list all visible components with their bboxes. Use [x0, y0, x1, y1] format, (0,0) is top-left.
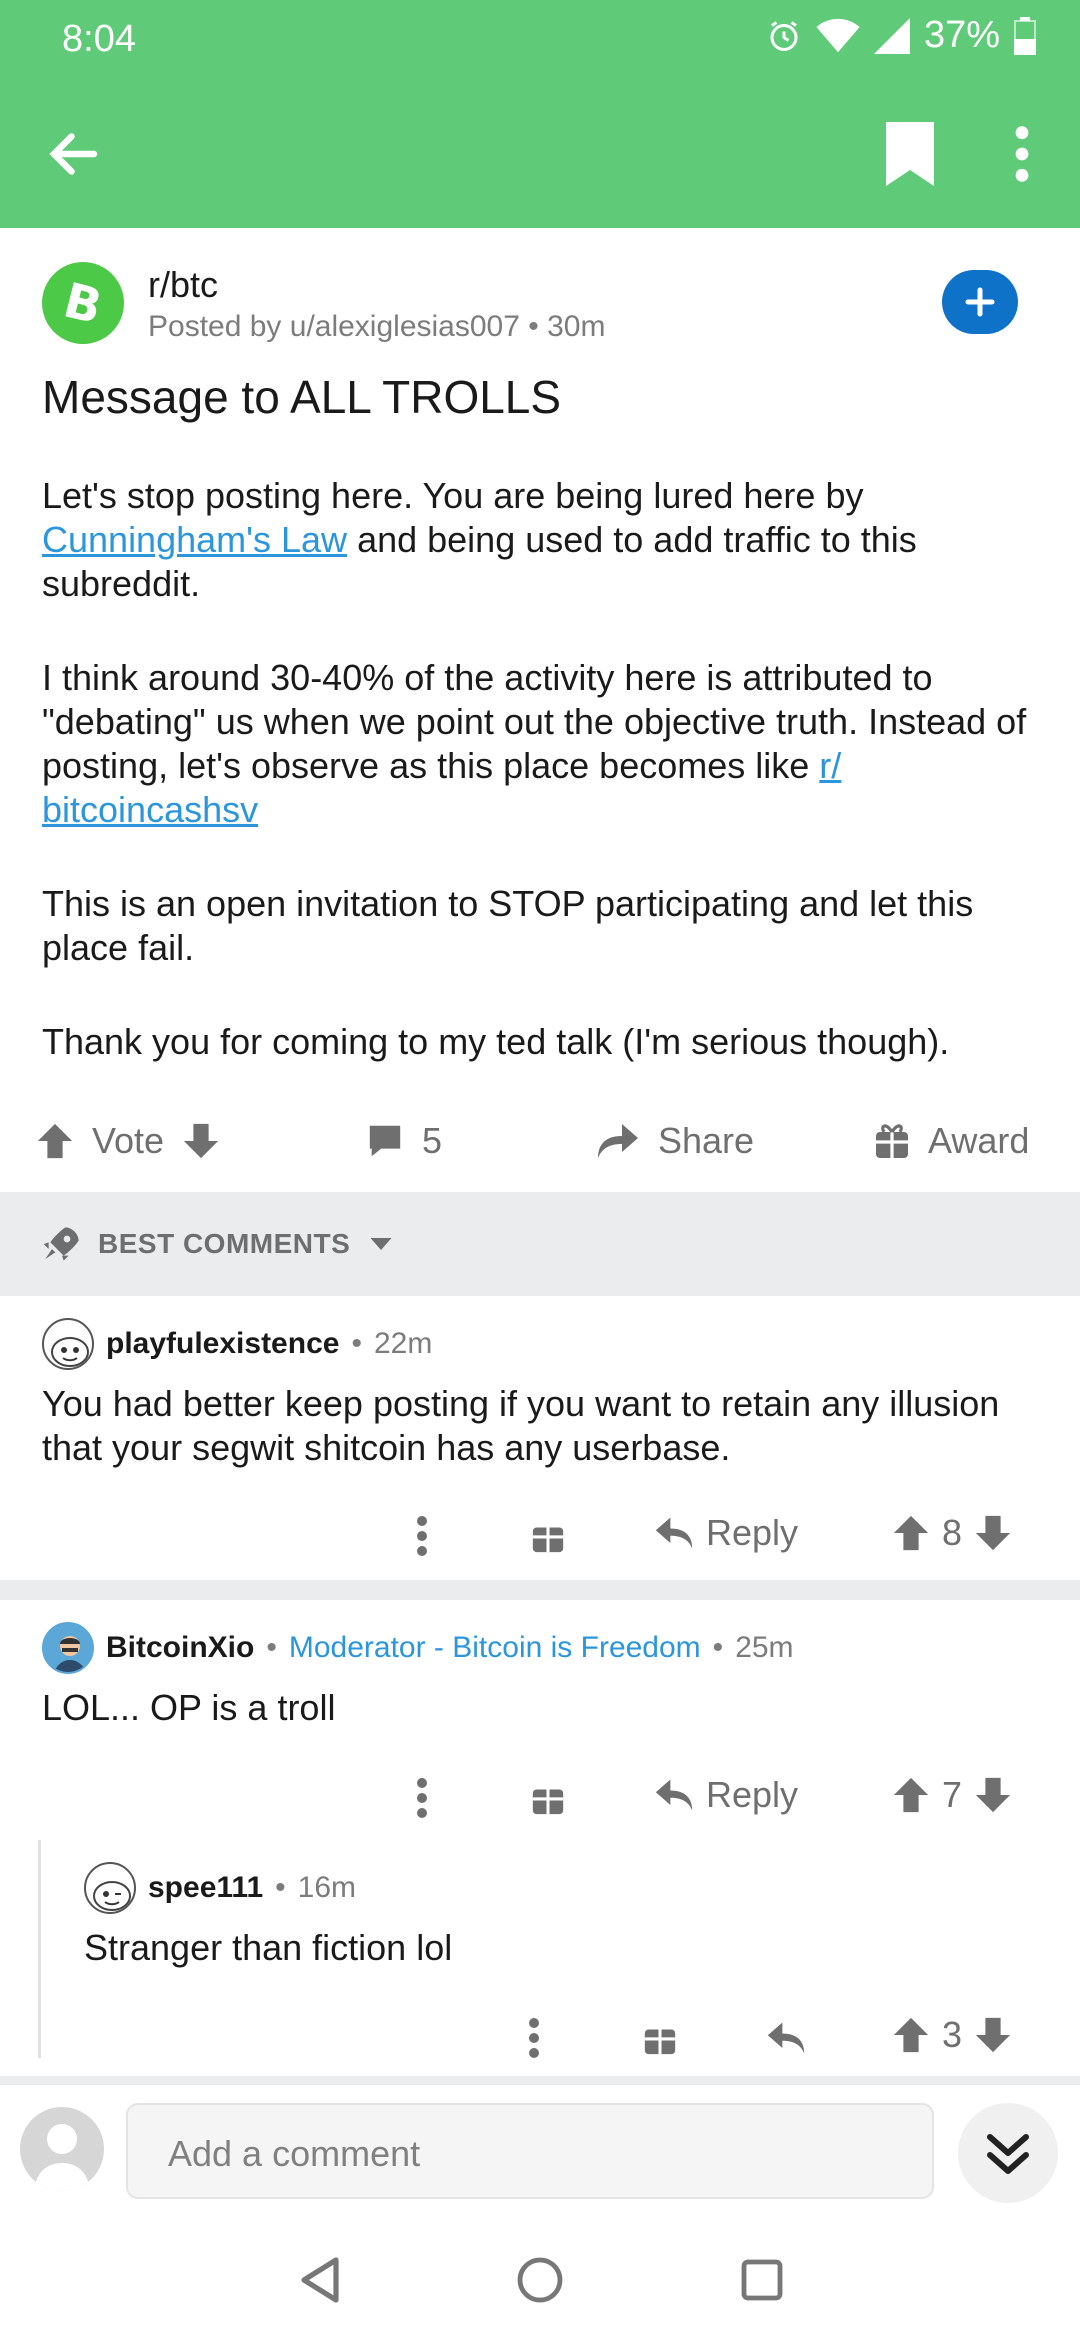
alarm-icon	[770, 20, 798, 51]
bitcoin-icon: B	[58, 272, 107, 335]
app-bar	[0, 80, 1080, 228]
reply-label: Reply	[706, 1774, 799, 1815]
share-button[interactable]: Share	[596, 1120, 754, 1162]
comment-author[interactable]: playfulexistence	[106, 1327, 339, 1361]
comment-author[interactable]: spee111	[148, 1871, 263, 1905]
nav-recents-icon[interactable]	[740, 2256, 784, 2304]
upvote-icon[interactable]	[36, 1122, 74, 1160]
battery-icon	[1014, 16, 1036, 55]
nav-back-icon[interactable]	[298, 2256, 342, 2304]
reply-icon	[655, 1517, 693, 1549]
join-button[interactable]	[942, 270, 1018, 334]
more-vertical-icon[interactable]	[518, 2008, 550, 2068]
upvote-icon[interactable]	[892, 1776, 930, 1814]
post-paragraph: Let's stop posting here. You are being l…	[42, 475, 917, 604]
reply-label: Reply	[706, 1512, 799, 1553]
posted-by[interactable]: Posted by u/alexiglesias007	[148, 310, 520, 343]
reply-icon	[655, 1779, 693, 1811]
subreddit-name[interactable]: r/btc	[148, 264, 218, 306]
back-arrow-icon[interactable]	[44, 124, 104, 184]
add-comment-input[interactable]: Add a comment	[126, 2103, 934, 2199]
nav-home-icon[interactable]	[516, 2256, 564, 2304]
battery-percent: 37%	[923, 14, 1000, 56]
user-flair: Moderator - Bitcoin is Freedom	[288, 1631, 701, 1664]
post-actions: Vote 5 Share Award	[0, 1108, 1080, 1192]
comment-score: 3	[942, 2014, 963, 2055]
award-label: Award	[928, 1120, 1030, 1161]
sort-label: BEST COMMENTS	[98, 1228, 351, 1259]
comment-divider	[0, 1580, 1080, 1600]
rocket-icon	[43, 1227, 79, 1261]
share-icon	[598, 1124, 638, 1158]
signal-icon	[873, 17, 910, 54]
subreddit-avatar[interactable]: B	[42, 262, 124, 344]
jump-to-next-button[interactable]	[958, 2103, 1058, 2203]
downvote-icon[interactable]	[974, 1514, 1012, 1552]
gift-icon	[876, 1124, 908, 1158]
comment-score: 7	[942, 1774, 963, 1815]
downvote-icon[interactable]	[182, 1122, 220, 1160]
upvote-icon[interactable]	[892, 2016, 930, 2054]
comment-body: Stranger than fiction lol	[84, 1927, 453, 1968]
upvote-icon[interactable]	[892, 1514, 930, 1552]
more-vertical-icon[interactable]	[406, 1768, 438, 1828]
comment: playfulexistence • 22m You had better ke…	[0, 1296, 1080, 1580]
post-header: B r/btc Posted by u/alexiglesias007 • 30…	[42, 262, 1042, 352]
chevron-down-icon	[370, 1238, 392, 1250]
gift-icon[interactable]	[642, 2020, 678, 2056]
comment-age: 25m	[735, 1631, 794, 1664]
post-age: 30m	[547, 310, 606, 343]
post-paragraph: This is an open invitation to STOP parti…	[42, 883, 974, 968]
more-vertical-icon[interactable]	[1004, 122, 1040, 186]
downvote-icon[interactable]	[974, 2016, 1012, 2054]
avatar[interactable]	[42, 1622, 94, 1674]
reply-button[interactable]: Reply	[654, 1774, 798, 1816]
snoo-avatar-icon	[51, 1337, 89, 1367]
comment-age: 16m	[297, 1871, 356, 1904]
comment-body: LOL... OP is a troll	[42, 1687, 336, 1728]
avatar[interactable]	[42, 1318, 94, 1370]
more-vertical-icon[interactable]	[406, 1506, 438, 1566]
share-label: Share	[658, 1120, 755, 1161]
reply-button[interactable]: Reply	[654, 1512, 798, 1554]
snoo-avatar-icon	[93, 1881, 131, 1911]
post-title: Message to ALL TROLLS	[42, 371, 562, 423]
comment: BitcoinXio • Moderator - Bitcoin is Free…	[0, 1600, 1080, 1840]
comment-composer: Add a comment	[0, 2084, 1080, 2220]
post-body: Let's stop posting here. You are being l…	[42, 474, 1042, 1114]
status-time: 8:04	[62, 18, 136, 60]
avatar[interactable]	[84, 1862, 136, 1914]
comment-sort-bar[interactable]: BEST COMMENTS	[0, 1192, 1080, 1296]
comment-score: 8	[942, 1512, 963, 1553]
comment-body: You had better keep posting if you want …	[42, 1383, 1000, 1468]
user-avatar-icon	[54, 1636, 86, 1672]
reply-icon[interactable]	[766, 2020, 806, 2056]
comment-age: 22m	[373, 1327, 433, 1360]
cunninghams-law-link[interactable]: Cunningham's Law	[42, 519, 347, 560]
wifi-icon	[816, 18, 860, 52]
plus-icon	[965, 287, 995, 317]
svg-text:B: B	[58, 272, 107, 335]
my-avatar[interactable]	[20, 2107, 104, 2191]
post-paragraph: I think around 30-40% of the activity he…	[42, 657, 1027, 830]
comment-divider	[0, 2076, 1080, 2084]
double-chevron-down-icon	[987, 2134, 1029, 2174]
gift-icon[interactable]	[530, 1518, 566, 1554]
comment-icon	[369, 1125, 401, 1157]
award-button[interactable]: Award	[874, 1120, 1029, 1162]
post-paragraph: Thank you for coming to my ted talk (I'm…	[42, 1021, 950, 1062]
downvote-icon[interactable]	[974, 1776, 1012, 1814]
gift-icon[interactable]	[530, 1780, 566, 1816]
add-comment-placeholder: Add a comment	[168, 2133, 421, 2174]
comments-button[interactable]: 5	[366, 1120, 442, 1162]
comment-count: 5	[422, 1120, 443, 1161]
system-nav-bar	[0, 2220, 1080, 2340]
comment-author[interactable]: BitcoinXio	[106, 1631, 254, 1665]
comment-reply: spee111 • 16m Stranger than fiction lol …	[0, 1840, 1080, 2078]
user-placeholder-icon	[34, 2124, 90, 2191]
bookmark-icon[interactable]	[882, 122, 938, 186]
vote-label: Vote	[92, 1120, 165, 1161]
status-bar: 8:04 37%	[0, 0, 1080, 80]
